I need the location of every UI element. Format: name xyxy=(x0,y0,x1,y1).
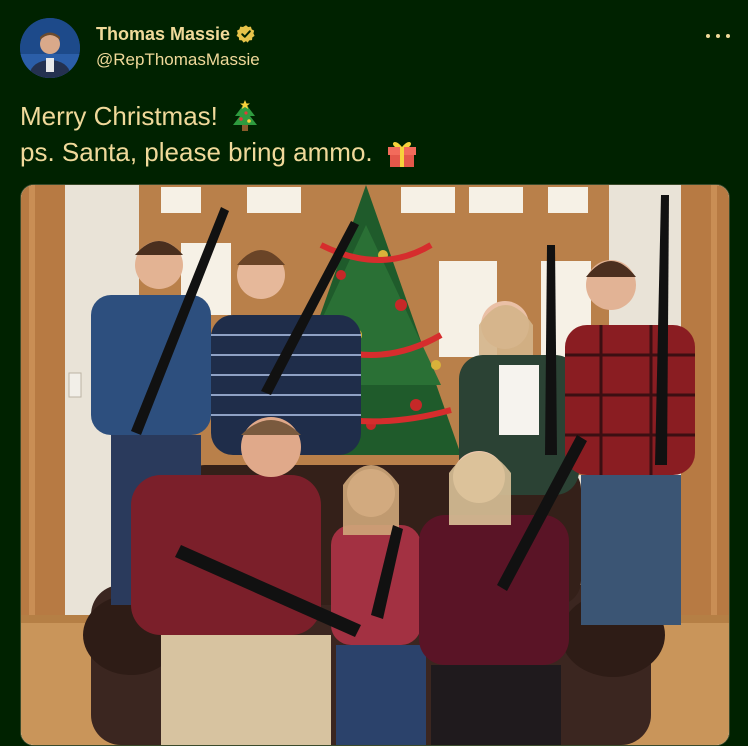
verified-badge-icon xyxy=(236,25,255,43)
dot xyxy=(716,34,720,38)
author-name-row: Thomas Massie xyxy=(96,24,256,44)
more-options-icon[interactable] xyxy=(706,26,730,46)
tweet-text-line-2-content: ps. Santa, please bring ammo. xyxy=(20,137,373,167)
tweet-photo[interactable] xyxy=(20,184,730,746)
avatar-image xyxy=(20,18,80,78)
christmas-tree-emoji xyxy=(232,100,257,131)
gift-emoji xyxy=(387,141,416,167)
tweet-text-line-2: ps. Santa, please bring ammo. xyxy=(20,134,720,170)
tweet-text-line-1: Merry Christmas! xyxy=(20,98,720,134)
dot xyxy=(726,34,730,38)
author-name[interactable]: Thomas Massie xyxy=(96,24,230,44)
family-christmas-photo xyxy=(21,185,729,745)
tweet-card: Thomas Massie @RepThomasMassie Merry Chr… xyxy=(0,0,748,746)
dot xyxy=(706,34,710,38)
author-handle[interactable]: @RepThomasMassie xyxy=(96,50,260,70)
tweet-text-line-1-content: Merry Christmas! xyxy=(20,101,218,131)
tweet-text: Merry Christmas! ps. Santa, please bring… xyxy=(20,98,720,170)
author-avatar[interactable] xyxy=(20,18,80,78)
